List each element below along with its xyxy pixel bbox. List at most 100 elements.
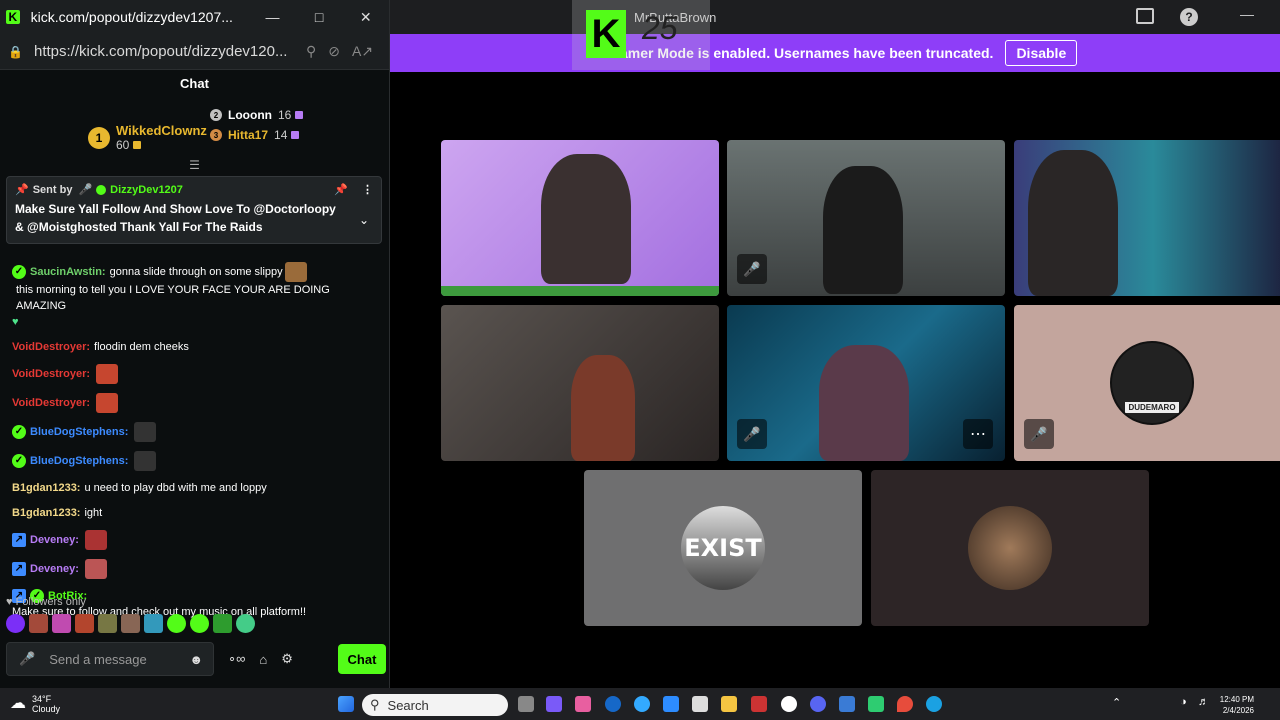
obs-icon[interactable]	[781, 696, 797, 712]
discord-icon[interactable]	[810, 696, 826, 712]
search-icon: ⚲	[370, 697, 380, 712]
chat-username[interactable]: BlueDogStephens:	[30, 453, 128, 469]
app-icon[interactable]	[868, 696, 884, 712]
zoom-icon[interactable]	[663, 696, 679, 712]
store-icon[interactable]	[692, 696, 708, 712]
mic-off-icon[interactable]: 🎤	[737, 419, 767, 449]
emote-icon[interactable]	[144, 614, 163, 633]
sub-icon	[291, 131, 300, 139]
chat-username[interactable]: SaucinAwstin:	[30, 264, 106, 280]
emote-icon[interactable]	[121, 614, 140, 633]
emote-icon[interactable]	[167, 614, 186, 633]
maximize-button[interactable]: □	[296, 0, 343, 34]
points-icon[interactable]: ∘∞	[228, 651, 245, 667]
gold-medal-icon: 1	[88, 126, 110, 149]
mic-off-icon[interactable]: 🎤	[1024, 419, 1054, 449]
read-aloud-icon[interactable]: A↗	[352, 43, 373, 60]
chat-input[interactable]: 🎤 Send a message ☻	[6, 642, 214, 676]
vip-badge-icon: ↗	[12, 533, 26, 547]
emote-icon[interactable]	[236, 614, 255, 633]
participant-tile[interactable]: EXIST	[584, 470, 862, 626]
taskbar: ☁ 34°F Cloudy ⚲ Search ⌃ ◑ ♬ 12:40 PM 2/…	[0, 688, 1280, 720]
streamer-mode-banner: Streamer Mode is enabled. Usernames have…	[390, 34, 1280, 72]
chat-username[interactable]: VoidDestroyer:	[12, 366, 90, 382]
leader-name[interactable]: Hitta17	[228, 128, 268, 142]
file-explorer-icon[interactable]	[721, 696, 737, 712]
emote-icon[interactable]	[29, 614, 48, 633]
more-options-icon[interactable]: ⋯	[963, 419, 993, 449]
chevron-down-icon[interactable]: ⌄	[359, 213, 369, 227]
vip-badge-icon: ↗	[12, 562, 26, 576]
clock[interactable]: 12:40 PM 2/4/2026	[1220, 694, 1254, 716]
chat-username[interactable]: Deveney:	[30, 532, 79, 548]
tracking-icon[interactable]: ⊘	[328, 43, 340, 60]
participant-tile[interactable]: 🎤 ⋯	[727, 305, 1005, 461]
chat-username[interactable]: VoidDestroyer:	[12, 339, 90, 355]
pinned-message: 📌 Sent by 🎤 DizzyDev1207 📌 ⋮ Make Sure Y…	[6, 176, 382, 244]
emote-icon[interactable]	[213, 614, 232, 633]
participant-tile[interactable]	[1014, 140, 1280, 296]
cloud-icon: ☁	[10, 695, 26, 712]
chat-text: u need to play dbd with me and loppy	[84, 482, 267, 494]
store-icon[interactable]: ⌂	[259, 652, 267, 667]
emote-icon[interactable]	[6, 614, 25, 633]
collapse-handle-icon[interactable]: ☰	[0, 158, 389, 172]
minimize-icon[interactable]: —	[1240, 6, 1254, 22]
send-chat-button[interactable]: Chat	[338, 644, 386, 674]
copilot-icon[interactable]	[575, 696, 591, 712]
participant-tile[interactable]	[441, 305, 719, 461]
participant-tile[interactable]: 🎤	[727, 140, 1005, 296]
leader-value: 60	[116, 138, 130, 152]
emote-icon[interactable]	[98, 614, 117, 633]
chat-username[interactable]: B1gdan1233:	[12, 480, 80, 496]
chat-username[interactable]: B1gdan1233:	[12, 505, 80, 521]
leader-name[interactable]: Looonn	[228, 108, 272, 122]
tray-chevron-icon[interactable]: ⌃	[1112, 696, 1121, 709]
pinned-author[interactable]: DizzyDev1207	[110, 184, 183, 196]
minimize-button[interactable]: —	[249, 0, 296, 34]
mic-icon[interactable]: 🎤	[19, 651, 35, 667]
participant-tile[interactable]: DUDEMARO 🎤	[1014, 305, 1280, 461]
app-icon[interactable]	[546, 696, 562, 712]
chat-username[interactable]: Deveney:	[30, 561, 79, 577]
verified-badge-icon: ✓	[12, 454, 26, 468]
emoji-icon[interactable]: ☻	[189, 652, 203, 667]
clock-date: 2/4/2026	[1222, 706, 1254, 715]
emote-icon[interactable]	[52, 614, 71, 633]
participant-tile[interactable]	[441, 140, 719, 296]
more-options-icon[interactable]: ⋮	[362, 183, 373, 196]
start-icon[interactable]	[338, 696, 354, 712]
close-button[interactable]: ✕	[342, 0, 389, 34]
participant-tile[interactable]	[871, 470, 1149, 626]
taskbar-search[interactable]: ⚲ Search	[362, 694, 508, 716]
volume-icon[interactable]: ♬	[1198, 696, 1209, 708]
avatar-label: DUDEMARO	[1125, 402, 1179, 413]
edge-icon[interactable]	[926, 696, 942, 712]
mic-off-icon[interactable]: 🎤	[737, 254, 767, 284]
emote-icon[interactable]	[190, 614, 209, 633]
disable-button[interactable]: Disable	[1005, 40, 1078, 66]
screen-share-icon[interactable]	[1136, 8, 1154, 24]
chat-username[interactable]: BlueDogStephens:	[30, 424, 128, 440]
chat-username[interactable]: VoidDestroyer:	[12, 395, 90, 411]
chat-message: ↗ Deveney:	[12, 530, 380, 550]
app-icon[interactable]	[839, 696, 855, 712]
wifi-icon[interactable]: ◑	[1180, 696, 1187, 708]
url-text[interactable]: https://kick.com/popout/dizzydev120...	[34, 43, 294, 60]
edge-icon[interactable]	[634, 696, 650, 712]
leader-name[interactable]: WikkedClownz	[116, 123, 207, 138]
address-bar[interactable]: 🔒 https://kick.com/popout/dizzydev120...…	[0, 34, 389, 70]
verified-badge-icon: ✓	[12, 265, 26, 279]
help-icon[interactable]: ?	[1180, 8, 1198, 26]
hp-icon[interactable]	[605, 696, 621, 712]
unpin-icon[interactable]: 📌	[334, 183, 348, 196]
leaderboard-third: 3 Hitta17 14	[210, 128, 300, 142]
maps-icon[interactable]	[897, 696, 913, 712]
app-icon[interactable]	[751, 696, 767, 712]
emote-icon[interactable]	[75, 614, 94, 633]
participant-video	[819, 345, 909, 461]
task-view-icon[interactable]	[518, 696, 534, 712]
zoom-icon[interactable]: ⚲	[306, 43, 316, 60]
gear-icon[interactable]: ⚙	[281, 651, 293, 667]
weather-widget[interactable]: ☁ 34°F Cloudy	[10, 694, 60, 714]
